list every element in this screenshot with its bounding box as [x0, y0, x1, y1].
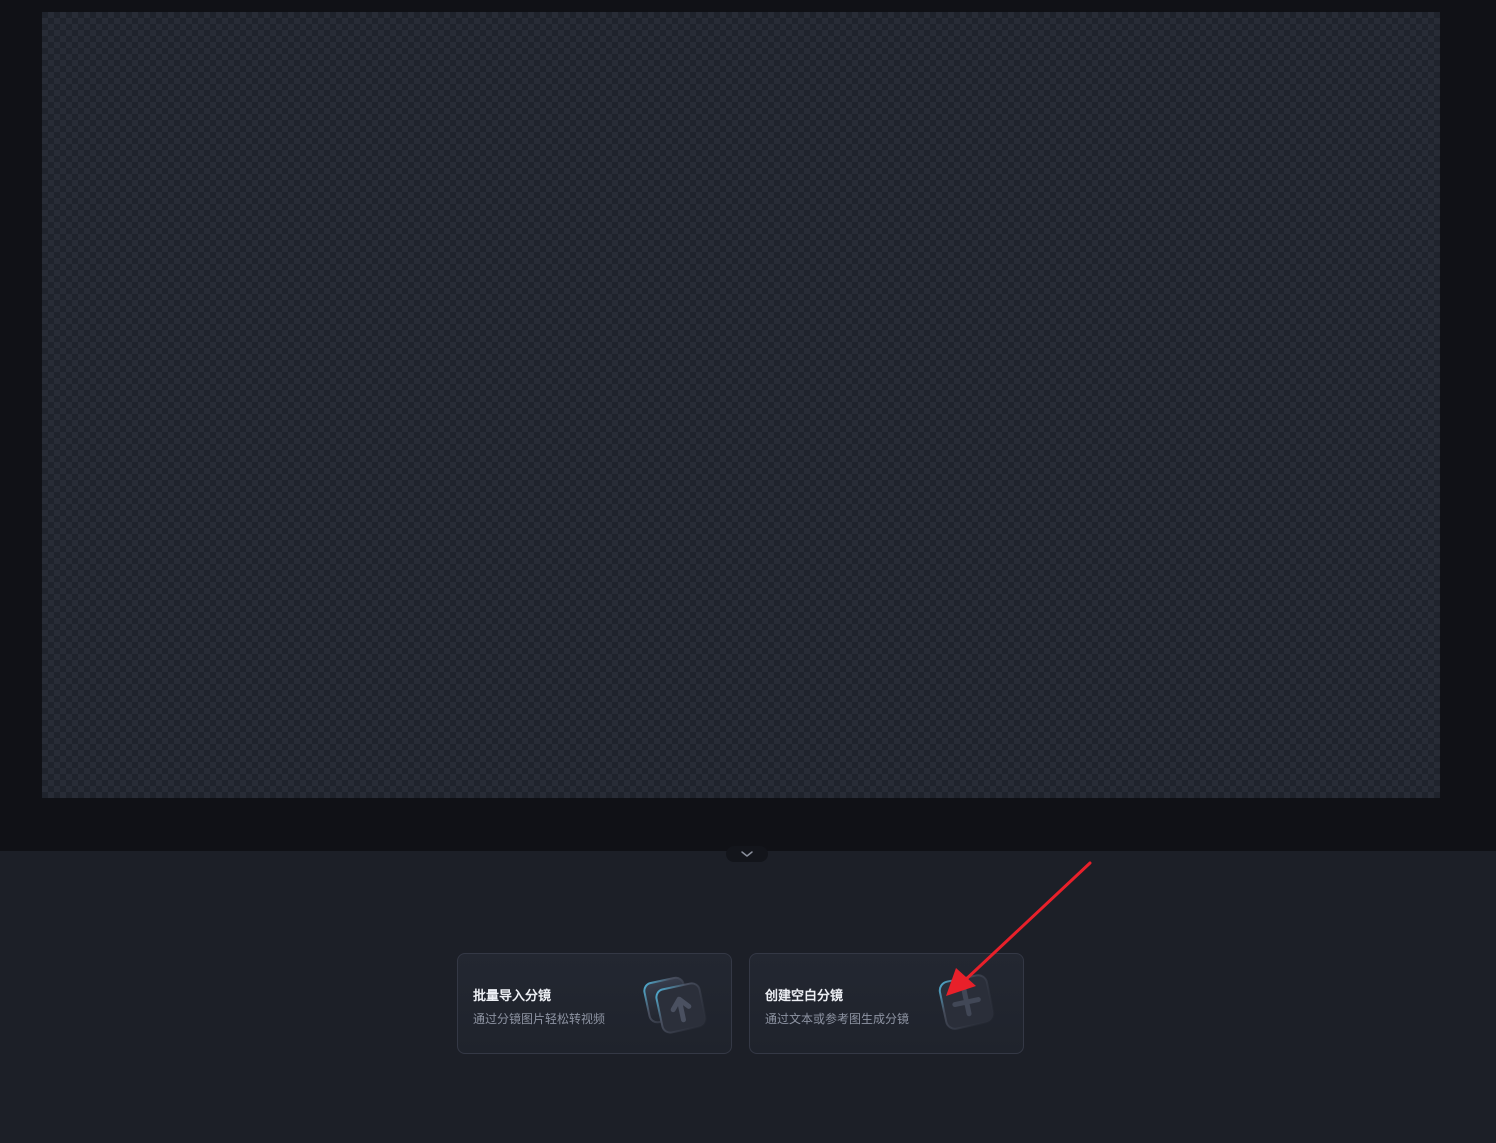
card-description: 通过分镜图片轻松转视频: [473, 1012, 606, 1026]
card-title: 批量导入分镜: [473, 989, 552, 1004]
upload-stack-icon: [643, 976, 707, 1034]
collapse-panel-button[interactable]: [726, 846, 768, 862]
preview-area: [0, 0, 1496, 851]
chevron-down-icon: [741, 851, 753, 857]
storyboard-panel: [0, 851, 1496, 1143]
add-frame-icon: [938, 974, 995, 1030]
batch-import-storyboard-card[interactable]: 批量导入分镜 通过分镜图片轻松转视频: [457, 953, 732, 1054]
card-title: 创建空白分镜: [765, 989, 844, 1004]
preview-canvas: [42, 12, 1440, 798]
card-description: 通过文本或参考图生成分镜: [765, 1012, 910, 1026]
create-blank-storyboard-card[interactable]: 创建空白分镜 通过文本或参考图生成分镜: [749, 953, 1024, 1054]
